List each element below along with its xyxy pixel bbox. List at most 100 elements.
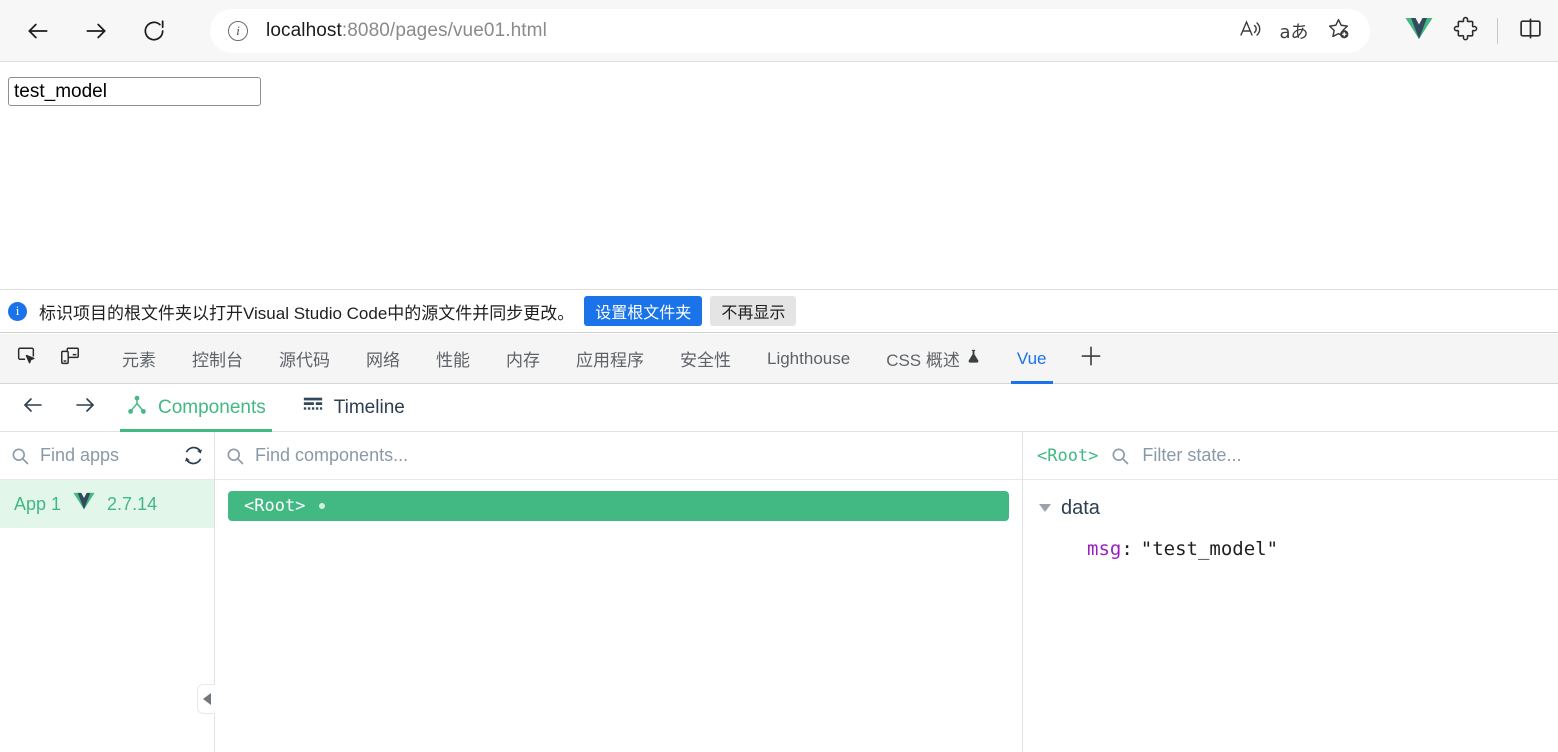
add-tab-button[interactable] [1071, 339, 1111, 379]
timeline-icon [302, 394, 324, 422]
reload-icon [141, 18, 167, 44]
tab-label: 性能 [436, 351, 470, 370]
state-inspector-header: <Root> Filter state... [1023, 432, 1558, 480]
tab-label: 内存 [506, 351, 540, 370]
add-favorite-button[interactable] [1320, 13, 1356, 49]
state-inspector-pane: <Root> Filter state... data msg: "test_mo… [1023, 432, 1558, 752]
device-toolbar-icon [59, 345, 81, 372]
search-icon [225, 446, 245, 466]
vue-logo-icon [73, 492, 95, 516]
devtools-tabs-list: 元素 控制台 源代码 网络 性能 内存 应用程序 安全性 Lighthouse … [104, 334, 1065, 384]
tab-network[interactable]: 网络 [348, 334, 418, 384]
search-icon [1110, 446, 1130, 466]
tab-security[interactable]: 安全性 [662, 334, 749, 384]
vue-forward-button[interactable] [66, 389, 104, 427]
vue-devtools-button[interactable] [1399, 11, 1439, 51]
component-tree: <Root> [215, 480, 1022, 521]
collapse-sidebar-button[interactable] [197, 684, 215, 714]
url-text: localhost:8080/pages/vue01.html [266, 20, 547, 42]
state-group-data[interactable]: data [1039, 494, 1558, 522]
subtab-timeline[interactable]: Timeline [288, 384, 419, 432]
tab-css-overview[interactable]: CSS 概述 [868, 334, 999, 384]
translate-icon: aあ [1279, 22, 1309, 43]
set-root-folder-button[interactable]: 设置根文件夹 [584, 296, 703, 326]
vue-devtools-body: Find apps App 1 2.7.14 Find components..… [0, 432, 1558, 752]
app-name: App 1 [14, 493, 62, 514]
find-apps-search[interactable]: Find apps [0, 432, 214, 480]
arrow-right-icon [73, 393, 97, 422]
address-bar[interactable]: i localhost:8080/pages/vue01.html aあ [210, 9, 1370, 53]
state-entry-separator: : [1121, 538, 1133, 560]
filter-state-placeholder[interactable]: Filter state... [1142, 445, 1544, 466]
split-screen-button[interactable] [1510, 11, 1550, 51]
refresh-icon[interactable] [183, 445, 204, 466]
inspect-element-button[interactable] [8, 341, 44, 377]
extensions-puzzle-icon [1453, 16, 1478, 46]
forward-button[interactable] [76, 11, 116, 51]
reload-button[interactable] [134, 11, 174, 51]
page-viewport [0, 63, 1558, 289]
add-favorite-icon [1326, 16, 1351, 46]
app-list-item[interactable]: App 1 2.7.14 [0, 480, 214, 528]
tab-label: CSS 概述 [886, 351, 960, 370]
search-icon [10, 446, 30, 466]
tab-elements[interactable]: 元素 [104, 334, 174, 384]
info-bar-message: 标识项目的根文件夹以打开Visual Studio Code中的源文件并同步更改… [39, 303, 575, 323]
subtab-components[interactable]: Components [112, 384, 280, 432]
state-entry-value: "test_model" [1140, 538, 1279, 560]
model-input[interactable] [8, 77, 261, 106]
tab-label: Vue [1016, 348, 1047, 368]
state-entry-msg[interactable]: msg: "test_model" [1087, 538, 1558, 560]
tab-label: 应用程序 [576, 351, 644, 370]
tab-label: 控制台 [192, 351, 243, 370]
toolbar-divider [1497, 18, 1498, 44]
site-info-icon[interactable]: i [228, 21, 248, 41]
url-host: localhost [266, 20, 342, 41]
dont-show-again-button[interactable]: 不再显示 [710, 296, 797, 326]
find-components-placeholder: Find components... [255, 445, 409, 465]
state-group-label: data [1061, 496, 1100, 519]
omnibox-actions: aあ [1232, 13, 1360, 49]
back-button[interactable] [18, 11, 58, 51]
arrow-right-icon [83, 18, 109, 44]
tab-vue[interactable]: Vue [999, 334, 1065, 384]
components-tree-pane: Find components... <Root> [215, 432, 1023, 752]
arrow-left-icon [21, 393, 45, 422]
find-components-search[interactable]: Find components... [215, 432, 1022, 480]
tab-performance[interactable]: 性能 [418, 334, 488, 384]
find-apps-placeholder: Find apps [40, 445, 120, 465]
component-tree-icon [126, 394, 148, 422]
tab-label: 安全性 [680, 351, 731, 370]
tab-application[interactable]: 应用程序 [558, 334, 662, 384]
collapse-left-icon [202, 693, 211, 705]
url-path: :8080/pages/vue01.html [341, 20, 547, 41]
subtab-label: Timeline [333, 396, 405, 418]
devtools-info-bar: i 标识项目的根文件夹以打开Visual Studio Code中的源文件并同步… [0, 289, 1558, 333]
tab-label: 源代码 [279, 351, 330, 370]
inspected-component-name: <Root> [1037, 445, 1099, 466]
tab-label: 元素 [122, 351, 156, 370]
info-icon: i [8, 301, 27, 321]
component-tree-node-root[interactable]: <Root> [228, 491, 1009, 521]
read-aloud-icon [1238, 17, 1262, 46]
app-version: 2.7.14 [107, 493, 158, 514]
tab-label: Lighthouse [767, 348, 851, 368]
apps-pane: Find apps App 1 2.7.14 [0, 432, 215, 752]
subtab-label: Components [158, 396, 266, 418]
state-list: data msg: "test_model" [1023, 480, 1558, 560]
vue-logo-icon [1405, 17, 1433, 46]
tab-memory[interactable]: 内存 [488, 334, 558, 384]
tab-console[interactable]: 控制台 [174, 334, 261, 384]
vue-back-button[interactable] [14, 389, 52, 427]
tab-sources[interactable]: 源代码 [261, 334, 348, 384]
component-node-dot-icon [319, 503, 326, 509]
extensions-button[interactable] [1445, 11, 1485, 51]
chevron-down-icon[interactable] [1039, 504, 1051, 512]
tab-lighthouse[interactable]: Lighthouse [749, 334, 868, 384]
read-aloud-button[interactable] [1232, 13, 1268, 49]
translate-button[interactable]: aあ [1276, 13, 1312, 49]
vue-subtab-bar: Components Timeline [0, 384, 1558, 432]
tab-label: 网络 [366, 351, 400, 370]
device-toolbar-button[interactable] [52, 341, 88, 377]
component-node-label: <Root> [244, 496, 306, 516]
